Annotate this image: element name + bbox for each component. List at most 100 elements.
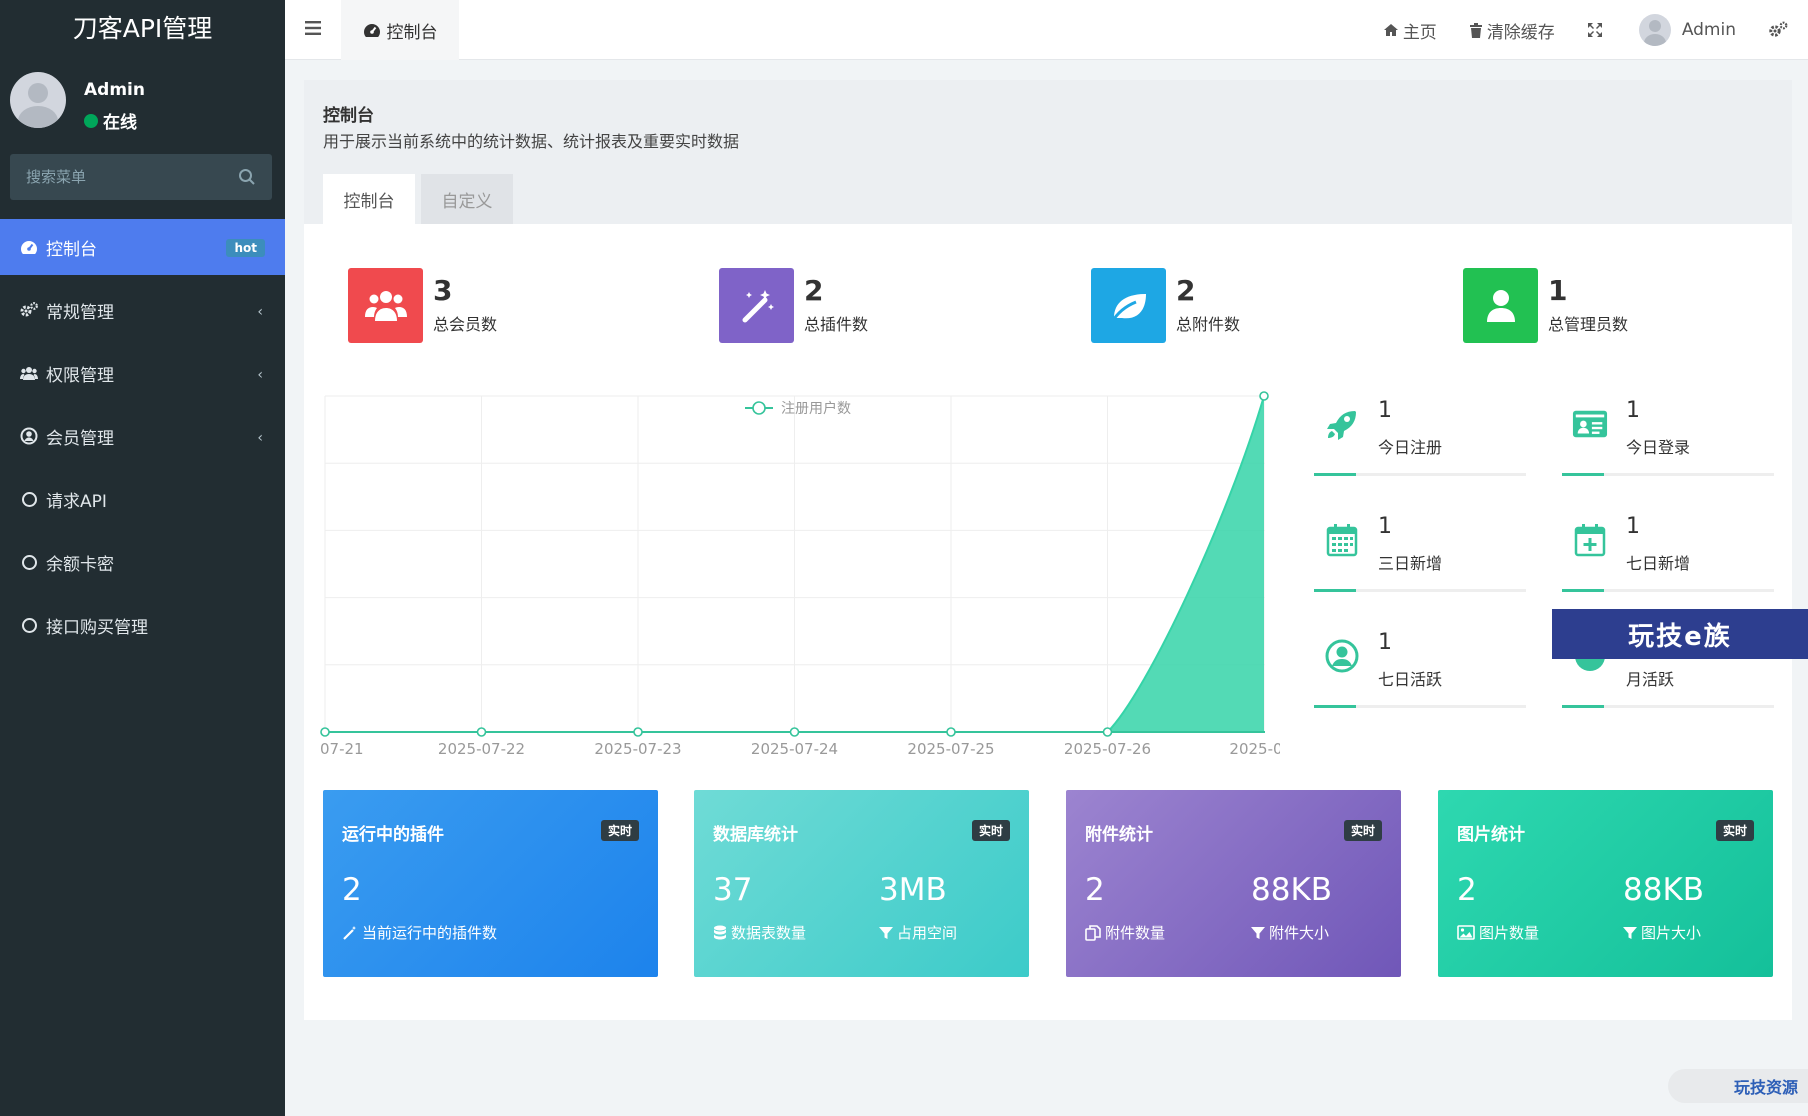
hamburger-icon[interactable] [305,20,323,36]
sidebar-search [10,154,272,200]
calendar-plus-icon [1572,522,1608,558]
clear-cache-button[interactable]: 清除缓存 [1469,18,1555,43]
cogs-icon [20,301,38,319]
card-title: 图片统计 [1457,825,1525,845]
id-card-icon [1572,406,1608,442]
filter-icon [879,926,893,939]
stat-label: 总会员数 [433,315,498,334]
user-status: 在线 [84,108,137,133]
page-title: 控制台 [323,106,374,126]
database-icon [714,925,726,939]
sidebar-item-balance-cards[interactable]: 余额卡密 [0,534,285,590]
realtime-badge: 实时 [971,820,1010,841]
card-label-2: 图片大小 [1623,922,1701,943]
sidebar-item-label: 权限管理 [46,365,114,386]
topbar: 控制台 主页 清除缓存 Admin [285,0,1808,60]
x-tick-label: 2025-07-24 [751,740,838,758]
mini-stat-seven-day-new: 1 七日新增 [1562,508,1774,592]
card-title: 运行中的插件 [342,825,444,845]
dashboard-icon [20,238,38,256]
card-database-stats: 数据库统计 实时 37 数据表数量 3MB 占用空间 [694,790,1029,977]
settings-button[interactable] [1768,21,1792,39]
user-circle-icon [20,427,38,445]
data-point [946,727,956,737]
circle-o-icon [20,490,38,508]
data-point [476,727,487,737]
home-link[interactable]: 主页 [1383,18,1437,43]
card-label-2: 附件大小 [1251,922,1329,943]
mini-stat-today-register: 1 今日注册 [1314,392,1526,476]
mini-stat-label: 三日新增 [1378,554,1443,573]
realtime-badge: 实时 [600,820,639,841]
registration-chart: 07-21 2025-07-22 2025-07-23 2025-07-24 2025-… [320,390,1283,760]
app-logo[interactable]: 刀客API管理 [0,0,285,58]
card-label: 当前运行中的插件数 [342,922,497,943]
card-value-2: 3MB [879,872,947,908]
card-label: 附件数量 [1085,922,1165,943]
tab-dashboard[interactable]: 控制台 [323,174,415,224]
sidebar-item-permission[interactable]: 权限管理 ‹ [0,345,285,401]
panel-header: 控制台 用于展示当前系统中的统计数据、统计报表及重要实时数据 控制台 自定义 [304,80,1792,224]
card-value: 2 [1457,872,1477,908]
card-value-2: 88KB [1623,872,1705,908]
stat-label: 总插件数 [804,315,869,334]
mini-stat-label: 月活跃 [1626,670,1675,689]
sidebar-item-request-api[interactable]: 请求API [0,471,285,527]
dashboard-icon [363,24,380,37]
tab-console-label: 控制台 [386,22,438,43]
tab-console[interactable]: 控制台 [341,0,459,60]
mini-stat-three-day-new: 1 三日新增 [1314,508,1526,592]
stat-plugins: 2 总插件数 [719,268,868,343]
x-tick-label: 07-21 [320,740,364,758]
sidebar-item-label: 常规管理 [46,302,114,323]
sidebar-item-dashboard[interactable]: 控制台 hot [0,219,285,275]
user-icon [1463,268,1538,343]
user-status-label: 在线 [103,113,137,133]
sidebar: 刀客API管理 Admin 在线 控制台 hot 常规管理 ‹ 权限管理 ‹ [0,0,285,1116]
bottom-badge[interactable]: 玩技资源 [1668,1069,1808,1103]
sidebar-item-label: 余额卡密 [46,554,114,575]
x-tick-label: 2025-07-22 [438,740,525,758]
sidebar-item-general[interactable]: 常规管理 ‹ [0,282,285,338]
mini-stat-value: 1 [1626,514,1640,539]
stat-value: 3 [433,274,453,307]
avatar [10,72,66,128]
data-point [1102,727,1113,737]
tab-custom[interactable]: 自定义 [421,174,513,224]
x-tick-label: 2025-07-26 [1064,740,1151,758]
x-tick-label: 2025-0 [1229,740,1280,758]
topbar-right: 主页 清除缓存 Admin [1383,0,1808,60]
card-running-plugins: 运行中的插件 实时 2 当前运行中的插件数 [323,790,658,977]
image-icon [1457,925,1475,940]
stat-attachments: 2 总附件数 [1091,268,1240,343]
legend-label: 注册用户数 [781,400,851,417]
chart-svg: 07-21 2025-07-22 2025-07-23 2025-07-24 2025-… [320,391,1283,758]
x-tick-label: 2025-07-25 [907,740,994,758]
mini-stat-value: 1 [1378,514,1392,539]
stat-label: 总管理员数 [1548,315,1629,334]
realtime-badge: 实时 [1715,820,1754,841]
mini-stat-label: 今日注册 [1378,438,1443,457]
magic-wand-icon [719,268,794,343]
mini-stat-label: 今日登录 [1626,438,1691,457]
mini-stat-label: 七日活跃 [1378,670,1443,689]
stat-value: 2 [1176,274,1196,307]
sidebar-item-label: 请求API [46,491,107,512]
sidebar-item-api-purchase[interactable]: 接口购买管理 [0,597,285,653]
sidebar-menu: 控制台 hot 常规管理 ‹ 权限管理 ‹ 会员管理 ‹ 请求API 余额卡密 [0,219,285,660]
user-circle-icon [1324,638,1360,674]
watermark-banner: 玩技e族 [1552,609,1808,659]
mini-stat-today-login: 1 今日登录 [1562,392,1774,476]
copy-icon [1085,924,1101,941]
card-label: 图片数量 [1457,922,1539,943]
trash-icon [1469,22,1482,38]
card-value: 37 [713,872,753,908]
user-menu[interactable]: Admin [1638,14,1736,46]
sidebar-item-members[interactable]: 会员管理 ‹ [0,408,285,464]
card-title: 附件统计 [1085,825,1153,845]
fullscreen-button[interactable] [1587,22,1607,38]
expand-icon [1587,23,1602,37]
search-icon[interactable] [238,168,256,186]
search-input[interactable] [10,154,220,200]
stat-value: 1 [1548,274,1568,307]
